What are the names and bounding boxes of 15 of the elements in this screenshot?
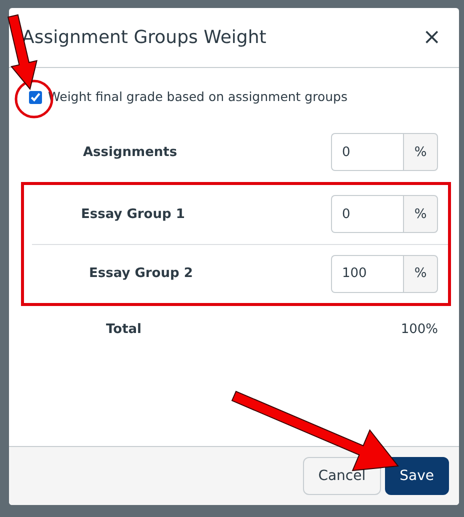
percent-addon: % (403, 254, 438, 293)
group-name: Essay Group 1 (81, 206, 185, 224)
save-button[interactable]: Save (384, 457, 449, 495)
percent-addon: % (403, 195, 438, 234)
percent-addon: % (403, 133, 438, 172)
weight-input[interactable]: 0 (331, 133, 403, 172)
total-value: 100% (400, 321, 438, 339)
weight-checkbox[interactable] (29, 90, 42, 104)
weight-input[interactable]: 100 (331, 254, 403, 293)
total-label: Total (106, 321, 142, 339)
group-name: Assignments (83, 144, 178, 162)
close-button[interactable]: × (418, 21, 445, 54)
dialog-title: Assignment Groups Weight (22, 26, 266, 50)
group-name: Essay Group 2 (89, 265, 193, 283)
weight-input[interactable]: 0 (331, 195, 403, 234)
